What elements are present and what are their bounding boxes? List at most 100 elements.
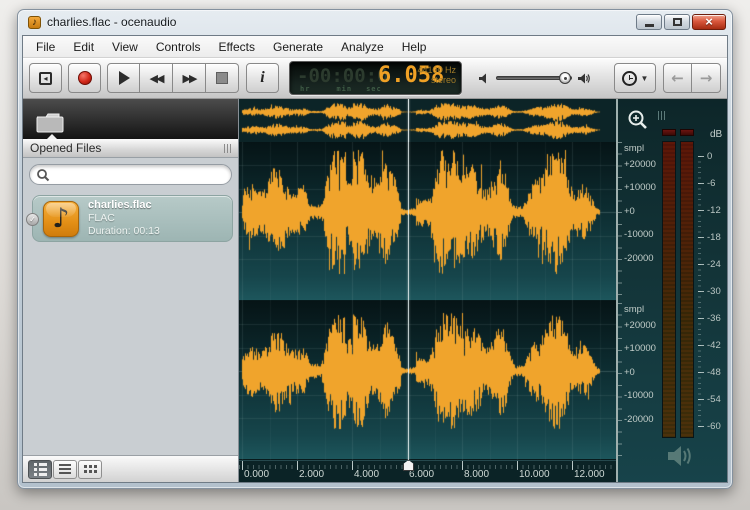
amp-unit-label: smpl [624,304,645,315]
search-area [23,158,238,190]
rewind-button[interactable]: ◀◀ [140,63,173,93]
detailed-list-icon [33,462,47,476]
app-window: ♪ charlies.flac - ocenaudio × File Edit … [17,9,733,489]
view-mode-bar [23,455,238,482]
menu-edit[interactable]: Edit [64,37,103,57]
amp-tick-label: +10000 [624,343,656,354]
menubar: File Edit View Controls Effects Generate… [23,36,727,58]
db-tick-label: -6 [707,178,716,189]
chevron-down-icon: ▼ [640,73,649,83]
sidebar: Opened Files ✓ ♪ charlies.flac FLAC Dura… [23,99,239,482]
time-tick-8: 8.000 [464,469,490,480]
forward-arrow-icon: → [699,69,713,87]
time-ghost-digits: -00:00:0 [297,65,389,87]
amp-tick-label: -20000 [624,253,654,264]
time-units: hr min sec [300,85,382,93]
panel-grip-icon[interactable] [224,143,231,153]
db-tick-label: -54 [707,394,721,405]
time-tick-2: 2.000 [299,469,325,480]
amp-tick-label: +20000 [624,159,656,170]
toolbar: ◂ ◀◀ ▶▶ i -00:00:0 6.058 hr min sec 44100 … [23,58,727,99]
timeline-ruler[interactable]: 0.000 2.000 4.000 6.000 8.000 10.000 12.… [239,460,616,482]
audio-file-icon: ♪ [43,200,79,237]
menu-generate[interactable]: Generate [264,37,332,57]
clock-icon [621,70,637,86]
file-duration: Duration: 00:13 [88,225,160,237]
close-button[interactable]: × [692,14,726,30]
amp-tick-label: -10000 [624,229,654,240]
db-tick-label: -24 [707,259,721,270]
amp-tick-label: -10000 [624,390,654,401]
db-tick-label: -36 [707,313,721,324]
maximize-button[interactable] [664,14,690,30]
play-icon [119,71,130,85]
db-tick-label: -48 [707,367,721,378]
fast-forward-button[interactable]: ▶▶ [173,63,206,93]
file-format: FLAC [88,212,115,224]
amp-unit-label: smpl [624,143,645,154]
volume-control [478,72,592,85]
time-tick-4: 4.000 [354,469,380,480]
clip-indicator-right [680,129,694,136]
volume-down-icon[interactable] [478,72,491,85]
file-list: ✓ ♪ charlies.flac FLAC Duration: 00:13 [23,190,238,455]
time-format-button[interactable]: ▼ [613,63,656,93]
view-grid-button[interactable] [78,459,102,479]
record-icon [77,71,92,85]
menu-file[interactable]: File [27,37,64,57]
titlebar[interactable]: ♪ charlies.flac - ocenaudio × [18,10,732,34]
volume-slider-knob[interactable] [558,72,571,84]
compact-list-icon [59,464,71,474]
undo-back-button[interactable]: ← [663,63,692,93]
info-button[interactable]: i [246,63,279,93]
view-compact-list-button[interactable] [53,459,77,479]
minimize-icon [644,23,654,27]
zoom-in-icon[interactable] [626,108,650,132]
info-icon: i [260,69,265,86]
play-button[interactable] [107,63,140,93]
file-item-charlies[interactable]: ✓ ♪ charlies.flac FLAC Duration: 00:13 [26,195,233,242]
db-title: dB [710,129,723,140]
meter-grip-icon[interactable] [658,111,665,120]
waveform-channel-left[interactable] [239,142,616,302]
search-input[interactable] [54,168,214,181]
opened-files-folder-icon[interactable] [35,111,65,135]
sidebar-toolbar [23,99,238,139]
time-tick-0: 0.000 [244,469,270,480]
search-icon [37,169,50,182]
menu-controls[interactable]: Controls [147,37,210,57]
skip-to-start-button[interactable]: ◂ [29,63,62,93]
record-button[interactable] [68,63,101,93]
volume-slider[interactable] [495,72,572,84]
menu-analyze[interactable]: Analyze [332,37,393,57]
playhead-line[interactable] [408,99,409,460]
time-tick-12: 12.000 [574,469,605,480]
meter-bar-left [662,141,676,438]
amp-tick-label: +20000 [624,320,656,331]
view-detailed-list-button[interactable] [28,459,52,479]
stop-button[interactable] [206,63,239,93]
stop-icon [216,72,228,84]
meter-panel: smpl +20000 +10000 +0 -10000 -20000 smpl… [618,99,727,482]
waveform-panel[interactable]: 0.000 2.000 4.000 6.000 8.000 10.000 12.… [239,99,616,482]
amplitude-ruler-right: smpl +20000 +10000 +0 -10000 -20000 [618,303,662,463]
file-active-check-icon: ✓ [26,213,39,226]
db-tick-label: -42 [707,340,721,351]
minimize-button[interactable] [636,14,662,30]
waveform-overview[interactable] [239,99,616,142]
grid-icon [83,465,97,473]
close-icon: × [705,14,713,29]
output-speaker-icon[interactable] [666,444,696,468]
menu-view[interactable]: View [103,37,147,57]
opened-files-header[interactable]: Opened Files [23,134,238,158]
rewind-icon: ◀◀ [149,71,165,85]
back-arrow-icon: ← [671,69,684,87]
volume-up-icon[interactable] [577,72,592,85]
waveform-channel-right[interactable] [239,301,616,461]
redo-forward-button[interactable]: → [692,63,721,93]
time-display: -00:00:0 6.058 hr min sec 44100 Hz stereo [289,61,462,95]
db-tick-label: 0 [707,151,713,162]
skip-to-start-icon: ◂ [39,71,52,85]
menu-effects[interactable]: Effects [210,37,264,57]
menu-help[interactable]: Help [393,37,436,57]
